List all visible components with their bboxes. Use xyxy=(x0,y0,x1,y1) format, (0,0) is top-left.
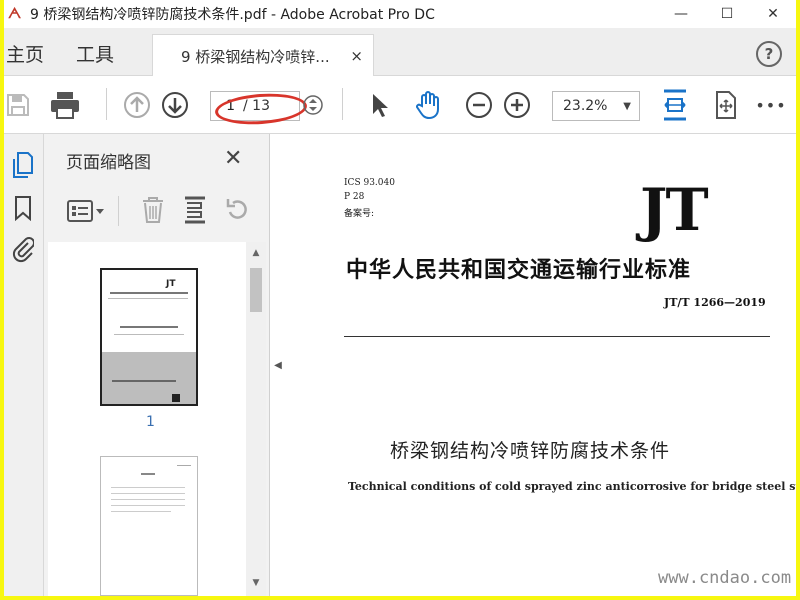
thumbnail-list: JT 1 xyxy=(48,242,246,596)
next-page-icon[interactable] xyxy=(160,90,190,120)
scrollbar-thumb[interactable] xyxy=(250,268,262,312)
zoom-level-value: 23.2% xyxy=(563,98,608,114)
window-controls: — ☐ ✕ xyxy=(658,0,796,28)
document-title-english: Technical conditions of cold sprayed zin… xyxy=(348,480,796,493)
close-tab-icon[interactable]: × xyxy=(350,47,363,65)
panel-toolbar xyxy=(44,192,270,232)
panel-separator xyxy=(118,196,119,226)
tab-home[interactable]: 主页 xyxy=(6,40,44,67)
select-cursor-icon[interactable] xyxy=(366,90,394,120)
navigation-rail xyxy=(4,134,44,596)
document-view[interactable]: ICS 93.040 P 28 备案号: JT 中华人民共和国交通运输行业标准 … xyxy=(286,134,796,596)
standard-code: JT/T 1266—2019 xyxy=(664,296,766,309)
document-tab-label: 9 桥梁钢结构冷喷锌... xyxy=(181,47,330,66)
zoom-in-icon[interactable] xyxy=(502,90,532,120)
full-screen-icon[interactable] xyxy=(710,88,742,122)
classification-code: P 28 xyxy=(344,192,365,202)
ics-code: ICS 93.040 xyxy=(344,178,395,188)
svg-text:JT: JT xyxy=(165,279,176,289)
close-window-button[interactable]: ✕ xyxy=(750,0,796,28)
insert-page-icon[interactable] xyxy=(180,194,210,226)
page-thumbnails-panel: 页面缩略图 ✕ JT 1 ▲ ▼ xyxy=(44,134,270,596)
print-icon[interactable] xyxy=(48,88,82,122)
trash-icon[interactable] xyxy=(138,194,168,226)
acrobat-app-icon: ᗅ xyxy=(8,6,22,22)
window-title: 9 桥梁钢结构冷喷锌防腐技术条件.pdf - Adobe Acrobat Pro… xyxy=(30,7,435,23)
toolbar-separator xyxy=(342,88,343,120)
zoom-out-icon[interactable] xyxy=(464,90,494,120)
title-bar: ᗅ 9 桥梁钢结构冷喷锌防腐技术条件.pdf - Adobe Acrobat P… xyxy=(4,0,796,28)
attachment-icon[interactable] xyxy=(10,234,36,264)
fit-page-icon[interactable] xyxy=(658,88,692,122)
toolbar-separator xyxy=(106,88,107,120)
tab-document[interactable]: 9 桥梁钢结构冷喷锌... × xyxy=(152,34,374,77)
industry-standard-title: 中华人民共和国交通运输行业标准 xyxy=(346,257,692,283)
chevron-down-icon: ▼ xyxy=(623,100,631,112)
chevron-left-icon: ◀ xyxy=(274,359,282,371)
zoom-level-select[interactable]: 23.2% ▼ xyxy=(552,91,640,121)
acrobat-window: ᗅ 9 桥梁钢结构冷喷锌防腐技术条件.pdf - Adobe Acrobat P… xyxy=(4,0,796,596)
bookmark-icon[interactable] xyxy=(12,194,34,222)
thumbnail-page-number: 1 xyxy=(146,414,155,430)
page-thumbnail[interactable]: JT xyxy=(100,268,198,406)
document-title-chinese: 桥梁钢结构冷喷锌防腐技术条件 xyxy=(390,440,671,462)
scroll-down-icon[interactable]: ▼ xyxy=(251,578,261,588)
divider-line xyxy=(344,336,770,337)
toolbar: 1 / 13 23.2% ▼ ••• xyxy=(4,76,796,134)
panel-title: 页面缩略图 xyxy=(66,153,151,173)
previous-page-icon[interactable] xyxy=(122,90,152,120)
record-number: 备案号: xyxy=(344,209,375,219)
page-thumbnails-icon[interactable] xyxy=(10,150,36,180)
rotate-page-icon[interactable] xyxy=(222,194,252,226)
more-options-icon[interactable]: ••• xyxy=(754,90,788,120)
maximize-button[interactable]: ☐ xyxy=(704,0,750,28)
pdf-page: ICS 93.040 P 28 备案号: JT 中华人民共和国交通运输行业标准 … xyxy=(286,134,796,596)
page-stepper-icon[interactable] xyxy=(302,94,324,116)
tab-bar: 主页 工具 9 桥梁钢结构冷喷锌... × ? xyxy=(4,28,796,77)
site-watermark: www.cndao.com xyxy=(658,568,792,588)
save-icon[interactable] xyxy=(4,90,32,120)
close-panel-icon[interactable]: ✕ xyxy=(224,146,242,171)
tab-tools[interactable]: 工具 xyxy=(76,40,114,67)
scroll-up-icon[interactable]: ▲ xyxy=(251,248,261,258)
page-thumbnail[interactable] xyxy=(100,456,198,596)
minimize-button[interactable]: — xyxy=(658,0,704,28)
help-button[interactable]: ? xyxy=(756,41,782,67)
collapse-panel-handle[interactable]: ◀ xyxy=(270,134,286,596)
thumbnail-scrollbar[interactable]: ▲ ▼ xyxy=(246,242,266,596)
hand-tool-icon[interactable] xyxy=(412,88,446,122)
jt-standard-logo: JT xyxy=(640,176,709,244)
thumbnail-options-icon[interactable] xyxy=(66,196,106,226)
